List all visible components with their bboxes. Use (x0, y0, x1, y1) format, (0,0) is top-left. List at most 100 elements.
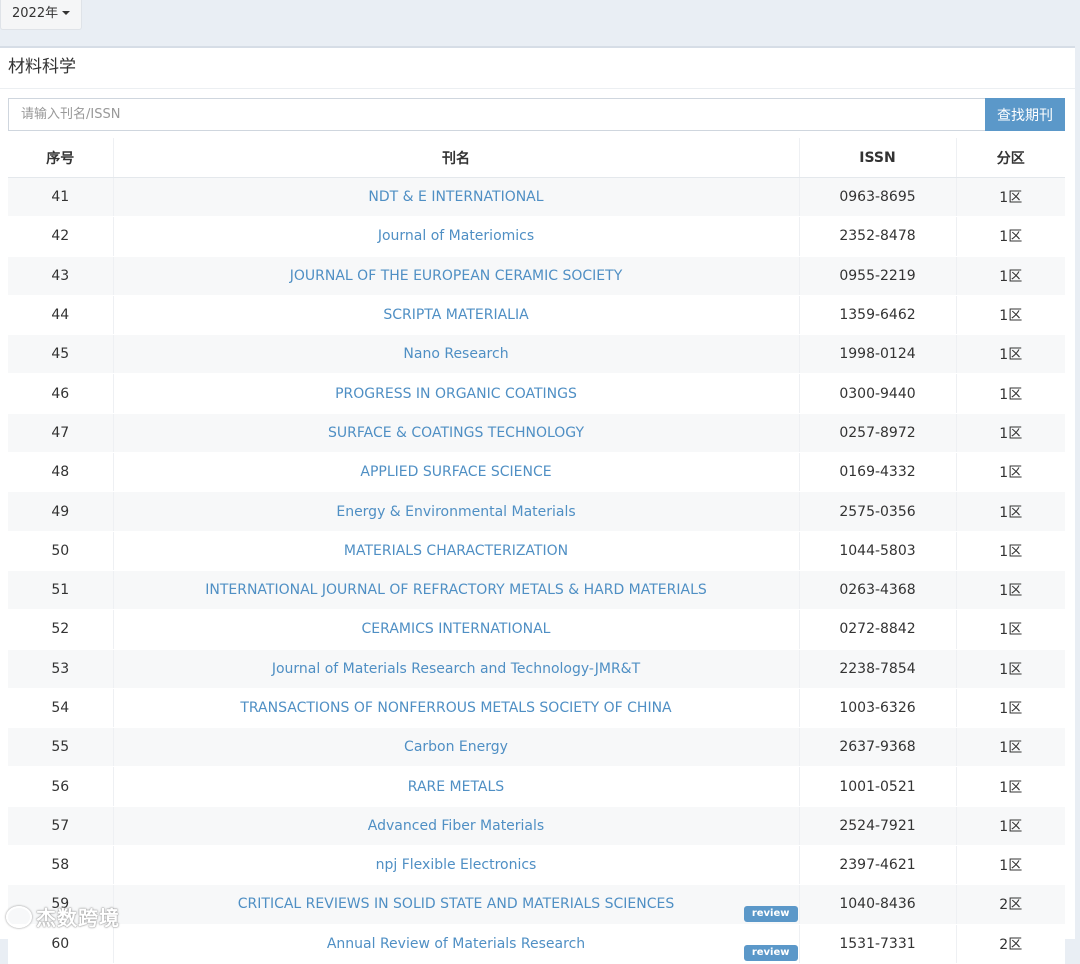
journal-link[interactable]: Journal of Materiomics (378, 228, 534, 244)
caret-down-icon (62, 11, 71, 15)
row-zone: 1区 (955, 845, 1065, 886)
header-zone: 分区 (955, 138, 1065, 178)
row-issn: 0300-9440 (798, 373, 956, 414)
table-row: 50 MATERIALS CHARACTERIZATION 1044-5803 1区 (8, 531, 1065, 571)
row-zone: 1区 (955, 766, 1065, 807)
row-index: 49 (8, 491, 113, 532)
row-name-cell: NDT & E INTERNATIONAL (112, 177, 799, 218)
row-name-cell: PROGRESS IN ORGANIC COATINGS (112, 373, 799, 414)
row-index: 42 (8, 216, 113, 257)
journal-link[interactable]: PROGRESS IN ORGANIC COATINGS (335, 386, 577, 402)
journal-link[interactable]: Advanced Fiber Materials (368, 818, 544, 834)
watermark-logo-icon (6, 906, 32, 928)
journal-link[interactable]: CERAMICS INTERNATIONAL (362, 621, 551, 637)
row-zone: 1区 (955, 452, 1065, 493)
row-issn: 2397-4621 (798, 845, 956, 886)
row-zone: 1区 (955, 295, 1065, 336)
journal-link[interactable]: Energy & Environmental Materials (336, 504, 575, 520)
row-issn: 0257-8972 (798, 413, 956, 454)
row-name-cell: INTERNATIONAL JOURNAL OF REFRACTORY META… (112, 570, 799, 611)
table-row: 42 Journal of Materiomics 2352-8478 1区 (8, 216, 1065, 257)
row-index: 51 (8, 570, 113, 611)
watermark-text: 杰数跨境 (36, 906, 120, 930)
journal-link[interactable]: MATERIALS CHARACTERIZATION (344, 543, 568, 559)
journal-link[interactable]: Nano Research (403, 346, 508, 362)
row-zone: 1区 (955, 806, 1065, 847)
row-name-cell: CRITICAL REVIEWS IN SOLID STATE AND MATE… (112, 884, 799, 925)
header-idx: 序号 (8, 138, 113, 178)
table-header-row: 序号 刊名 ISSN 分区 (8, 138, 1065, 178)
table-row: 44 SCRIPTA MATERIALIA 1359-6462 1区 (8, 295, 1065, 336)
table-row: 47 SURFACE & COATINGS TECHNOLOGY 0257-8972… (8, 413, 1065, 454)
journal-link[interactable]: TRANSACTIONS OF NONFERROUS METALS SOCIET… (240, 700, 671, 716)
watermark: 杰数跨境 (6, 902, 120, 932)
year-dropdown[interactable]: 2022年 (0, 0, 83, 30)
row-issn: 0169-4332 (798, 452, 956, 493)
row-issn: 1003-6326 (798, 688, 956, 729)
table-row: 41 NDT & E INTERNATIONAL 0963-8695 1区 (8, 177, 1065, 218)
row-zone: 1区 (955, 570, 1065, 611)
row-name-cell: JOURNAL OF THE EUROPEAN CERAMIC SOCIETY (112, 256, 799, 296)
row-name-cell: Energy & Environmental Materials (112, 491, 799, 532)
row-zone: 2区 (955, 924, 1065, 964)
journal-link[interactable]: Carbon Energy (404, 739, 508, 755)
row-zone: 1区 (955, 177, 1065, 218)
row-name-cell: Carbon Energy (112, 727, 799, 768)
row-index: 44 (8, 295, 113, 336)
row-index: 52 (8, 609, 113, 650)
row-index: 55 (8, 727, 113, 768)
table-row: 58 npj Flexible Electronics 2397-4621 1区 (8, 845, 1065, 886)
row-issn: 1998-0124 (798, 334, 956, 375)
table-row: 43 JOURNAL OF THE EUROPEAN CERAMIC SOCIET… (8, 256, 1065, 296)
row-zone: 1区 (955, 373, 1065, 414)
row-index: 43 (8, 256, 113, 296)
table-row: 53 Journal of Materials Research and Tech… (8, 649, 1065, 689)
table-row: 49 Energy & Environmental Materials 2575-0… (8, 491, 1065, 532)
row-issn: 2524-7921 (798, 806, 956, 847)
table-row: 57 Advanced Fiber Materials 2524-7921 1区 (8, 806, 1065, 847)
journal-link[interactable]: INTERNATIONAL JOURNAL OF REFRACTORY META… (205, 582, 707, 598)
table-row: 59 CRITICAL REVIEWS IN SOLID STATE AND MA… (8, 884, 1065, 925)
journal-link[interactable]: Journal of Materials Research and Techno… (272, 661, 640, 677)
row-index: 54 (8, 688, 113, 729)
journal-link[interactable]: CRITICAL REVIEWS IN SOLID STATE AND MATE… (238, 896, 674, 912)
journal-link[interactable]: NDT & E INTERNATIONAL (368, 189, 543, 205)
row-index: 50 (8, 531, 113, 571)
panel-title: 材料科学 (0, 48, 1075, 89)
journal-link[interactable]: APPLIED SURFACE SCIENCE (360, 464, 551, 480)
row-issn: 1531-7331 (798, 924, 956, 964)
row-zone: 1区 (955, 649, 1065, 689)
row-name-cell: Nano Research (112, 334, 799, 375)
journal-panel: 材料科学 查找期刊 序号 刊名 ISSN 分区 41 NDT & E INTERN… (0, 46, 1075, 964)
row-issn: 2575-0356 (798, 491, 956, 532)
search-button[interactable]: 查找期刊 (985, 98, 1065, 131)
table-row: 46 PROGRESS IN ORGANIC COATINGS 0300-9440 1… (8, 373, 1065, 414)
row-name-cell: SCRIPTA MATERIALIA (112, 295, 799, 336)
journal-link[interactable]: RARE METALS (408, 779, 504, 795)
row-name-cell: RARE METALS (112, 766, 799, 807)
journal-link[interactable]: SURFACE & COATINGS TECHNOLOGY (328, 425, 584, 441)
top-bar: 2022年 (0, 0, 1080, 46)
row-zone: 1区 (955, 491, 1065, 532)
row-issn: 1040-8436 (798, 884, 956, 925)
journal-link[interactable]: SCRIPTA MATERIALIA (383, 307, 528, 323)
table-row: 51 INTERNATIONAL JOURNAL OF REFRACTORY ME… (8, 570, 1065, 611)
row-zone: 1区 (955, 413, 1065, 454)
row-index: 57 (8, 806, 113, 847)
table-row: 52 CERAMICS INTERNATIONAL 0272-8842 1区 (8, 609, 1065, 650)
row-issn: 0963-8695 (798, 177, 956, 218)
row-index: 41 (8, 177, 113, 218)
row-issn: 0955-2219 (798, 256, 956, 296)
row-name-cell: SURFACE & COATINGS TECHNOLOGY (112, 413, 799, 454)
journal-link[interactable]: npj Flexible Electronics (376, 857, 537, 873)
row-zone: 1区 (955, 531, 1065, 571)
row-issn: 1044-5803 (798, 531, 956, 571)
row-name-cell: TRANSACTIONS OF NONFERROUS METALS SOCIET… (112, 688, 799, 729)
search-input[interactable] (8, 98, 985, 131)
journal-link[interactable]: Annual Review of Materials Research (327, 936, 585, 952)
row-issn: 0272-8842 (798, 609, 956, 650)
journal-link[interactable]: JOURNAL OF THE EUROPEAN CERAMIC SOCIETY (290, 268, 623, 284)
table-row: 45 Nano Research 1998-0124 1区 (8, 334, 1065, 375)
row-name-cell: MATERIALS CHARACTERIZATION (112, 531, 799, 571)
row-zone: 1区 (955, 727, 1065, 768)
